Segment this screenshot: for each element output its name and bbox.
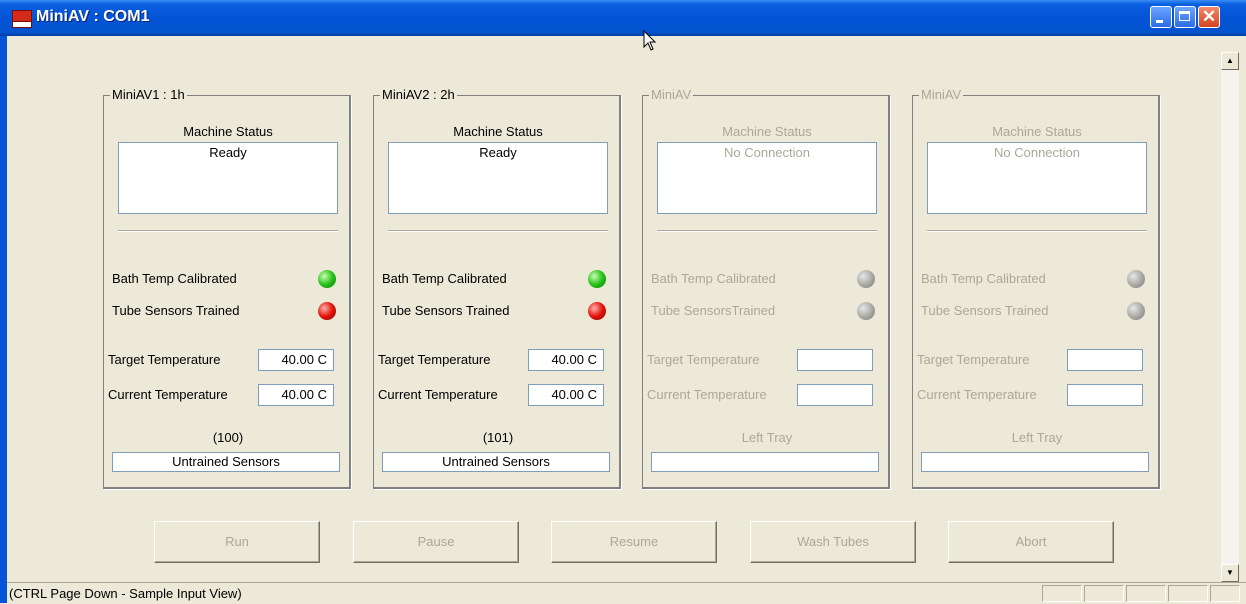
- sensor-status-box: [921, 452, 1149, 472]
- sensor-status-box: [651, 452, 879, 472]
- bath-temp-label: Bath Temp Calibrated: [921, 271, 1046, 286]
- machine-status-label: Machine Status: [992, 124, 1082, 139]
- panel-legend: MiniAV2 : 2h: [380, 87, 457, 102]
- target-temp-field[interactable]: [797, 349, 873, 371]
- current-temp-field[interactable]: [1067, 384, 1143, 406]
- close-button[interactable]: ✕: [1198, 6, 1220, 28]
- sensor-count: (101): [482, 430, 514, 445]
- machine-status-label: Machine Status: [453, 124, 543, 139]
- maximize-button[interactable]: [1174, 6, 1196, 28]
- current-temp-label: Current Temperature: [917, 387, 1037, 402]
- tube-sensors-label: Tube Sensors Trained: [112, 303, 240, 318]
- target-temp-label: Target Temperature: [378, 352, 491, 367]
- status-panel: [1126, 585, 1166, 602]
- sensor-count: (100): [212, 430, 244, 445]
- divider: [118, 230, 338, 232]
- machine-status-box: No Connection: [657, 142, 877, 214]
- sensor-status-box: Untrained Sensors: [382, 452, 610, 472]
- tube-sensors-label: Tube Sensors Trained: [921, 303, 1049, 318]
- bath-temp-led-icon: [588, 270, 606, 288]
- vertical-scrollbar[interactable]: ▲ ▼: [1221, 52, 1239, 582]
- abort-button[interactable]: Abort: [948, 521, 1114, 563]
- machine-status-box: No Connection: [927, 142, 1147, 214]
- size-grip[interactable]: [1210, 585, 1240, 602]
- panel-legend: MiniAV: [919, 87, 964, 102]
- current-temp-field[interactable]: 40.00 C: [258, 384, 334, 406]
- bath-temp-led-icon: [318, 270, 336, 288]
- tube-sensors-label: Tube Sensors Trained: [382, 303, 510, 318]
- status-text: (CTRL Page Down - Sample Input View): [9, 586, 242, 601]
- divider: [657, 230, 877, 232]
- current-temp-field[interactable]: [797, 384, 873, 406]
- machine-panel-2: MiniAV2 : 2h Machine Status Ready Bath T…: [373, 87, 621, 489]
- machine-status-box: Ready: [118, 142, 338, 214]
- window-title: MiniAV : COM1: [36, 8, 150, 25]
- divider: [927, 230, 1147, 232]
- tube-sensors-label: Tube SensorsTrained: [651, 303, 776, 318]
- tray-label: Left Tray: [741, 430, 793, 445]
- panel-legend: MiniAV: [649, 87, 694, 102]
- title-bar: MiniAV : COM1 ✕: [0, 0, 1246, 36]
- maximize-icon: [1179, 11, 1190, 21]
- window-frame: [0, 36, 7, 603]
- tube-sensors-led-icon: [857, 302, 875, 320]
- scroll-up-button[interactable]: ▲: [1221, 52, 1239, 70]
- sensor-status-box: Untrained Sensors: [112, 452, 340, 472]
- resume-button[interactable]: Resume: [551, 521, 717, 563]
- target-temp-field[interactable]: [1067, 349, 1143, 371]
- bath-temp-led-icon: [857, 270, 875, 288]
- status-panel: [1168, 585, 1208, 602]
- bath-temp-label: Bath Temp Calibrated: [382, 271, 507, 286]
- tube-sensors-led-icon: [588, 302, 606, 320]
- target-temp-field[interactable]: 40.00 C: [258, 349, 334, 371]
- tray-label: Left Tray: [1011, 430, 1063, 445]
- machine-panel-4: MiniAV Machine Status No Connection Bath…: [912, 87, 1160, 489]
- run-button[interactable]: Run: [154, 521, 320, 563]
- target-temp-label: Target Temperature: [647, 352, 760, 367]
- minimize-icon: [1156, 20, 1163, 23]
- status-bar: (CTRL Page Down - Sample Input View): [7, 582, 1246, 604]
- tube-sensors-led-icon: [318, 302, 336, 320]
- divider: [388, 230, 608, 232]
- machine-panel-1: MiniAV1 : 1h Machine Status Ready Bath T…: [103, 87, 351, 489]
- target-temp-label: Target Temperature: [108, 352, 221, 367]
- machine-status-label: Machine Status: [722, 124, 812, 139]
- machine-panel-3: MiniAV Machine Status No Connection Bath…: [642, 87, 890, 489]
- machine-status-label: Machine Status: [183, 124, 273, 139]
- machine-status-box: Ready: [388, 142, 608, 214]
- target-temp-label: Target Temperature: [917, 352, 1030, 367]
- target-temp-field[interactable]: 40.00 C: [528, 349, 604, 371]
- minimize-button[interactable]: [1150, 6, 1172, 28]
- close-icon: ✕: [1201, 7, 1217, 26]
- current-temp-label: Current Temperature: [647, 387, 767, 402]
- wash-tubes-button[interactable]: Wash Tubes: [750, 521, 916, 563]
- bath-temp-label: Bath Temp Calibrated: [112, 271, 237, 286]
- bath-temp-led-icon: [1127, 270, 1145, 288]
- pause-button[interactable]: Pause: [353, 521, 519, 563]
- panel-legend: MiniAV1 : 1h: [110, 87, 187, 102]
- app-icon[interactable]: [12, 10, 32, 28]
- mouse-cursor-icon: [643, 30, 657, 51]
- tube-sensors-led-icon: [1127, 302, 1145, 320]
- status-panel: [1084, 585, 1124, 602]
- current-temp-label: Current Temperature: [108, 387, 228, 402]
- status-panel: [1042, 585, 1082, 602]
- scroll-down-button[interactable]: ▼: [1221, 564, 1239, 582]
- current-temp-field[interactable]: 40.00 C: [528, 384, 604, 406]
- bath-temp-label: Bath Temp Calibrated: [651, 271, 776, 286]
- current-temp-label: Current Temperature: [378, 387, 498, 402]
